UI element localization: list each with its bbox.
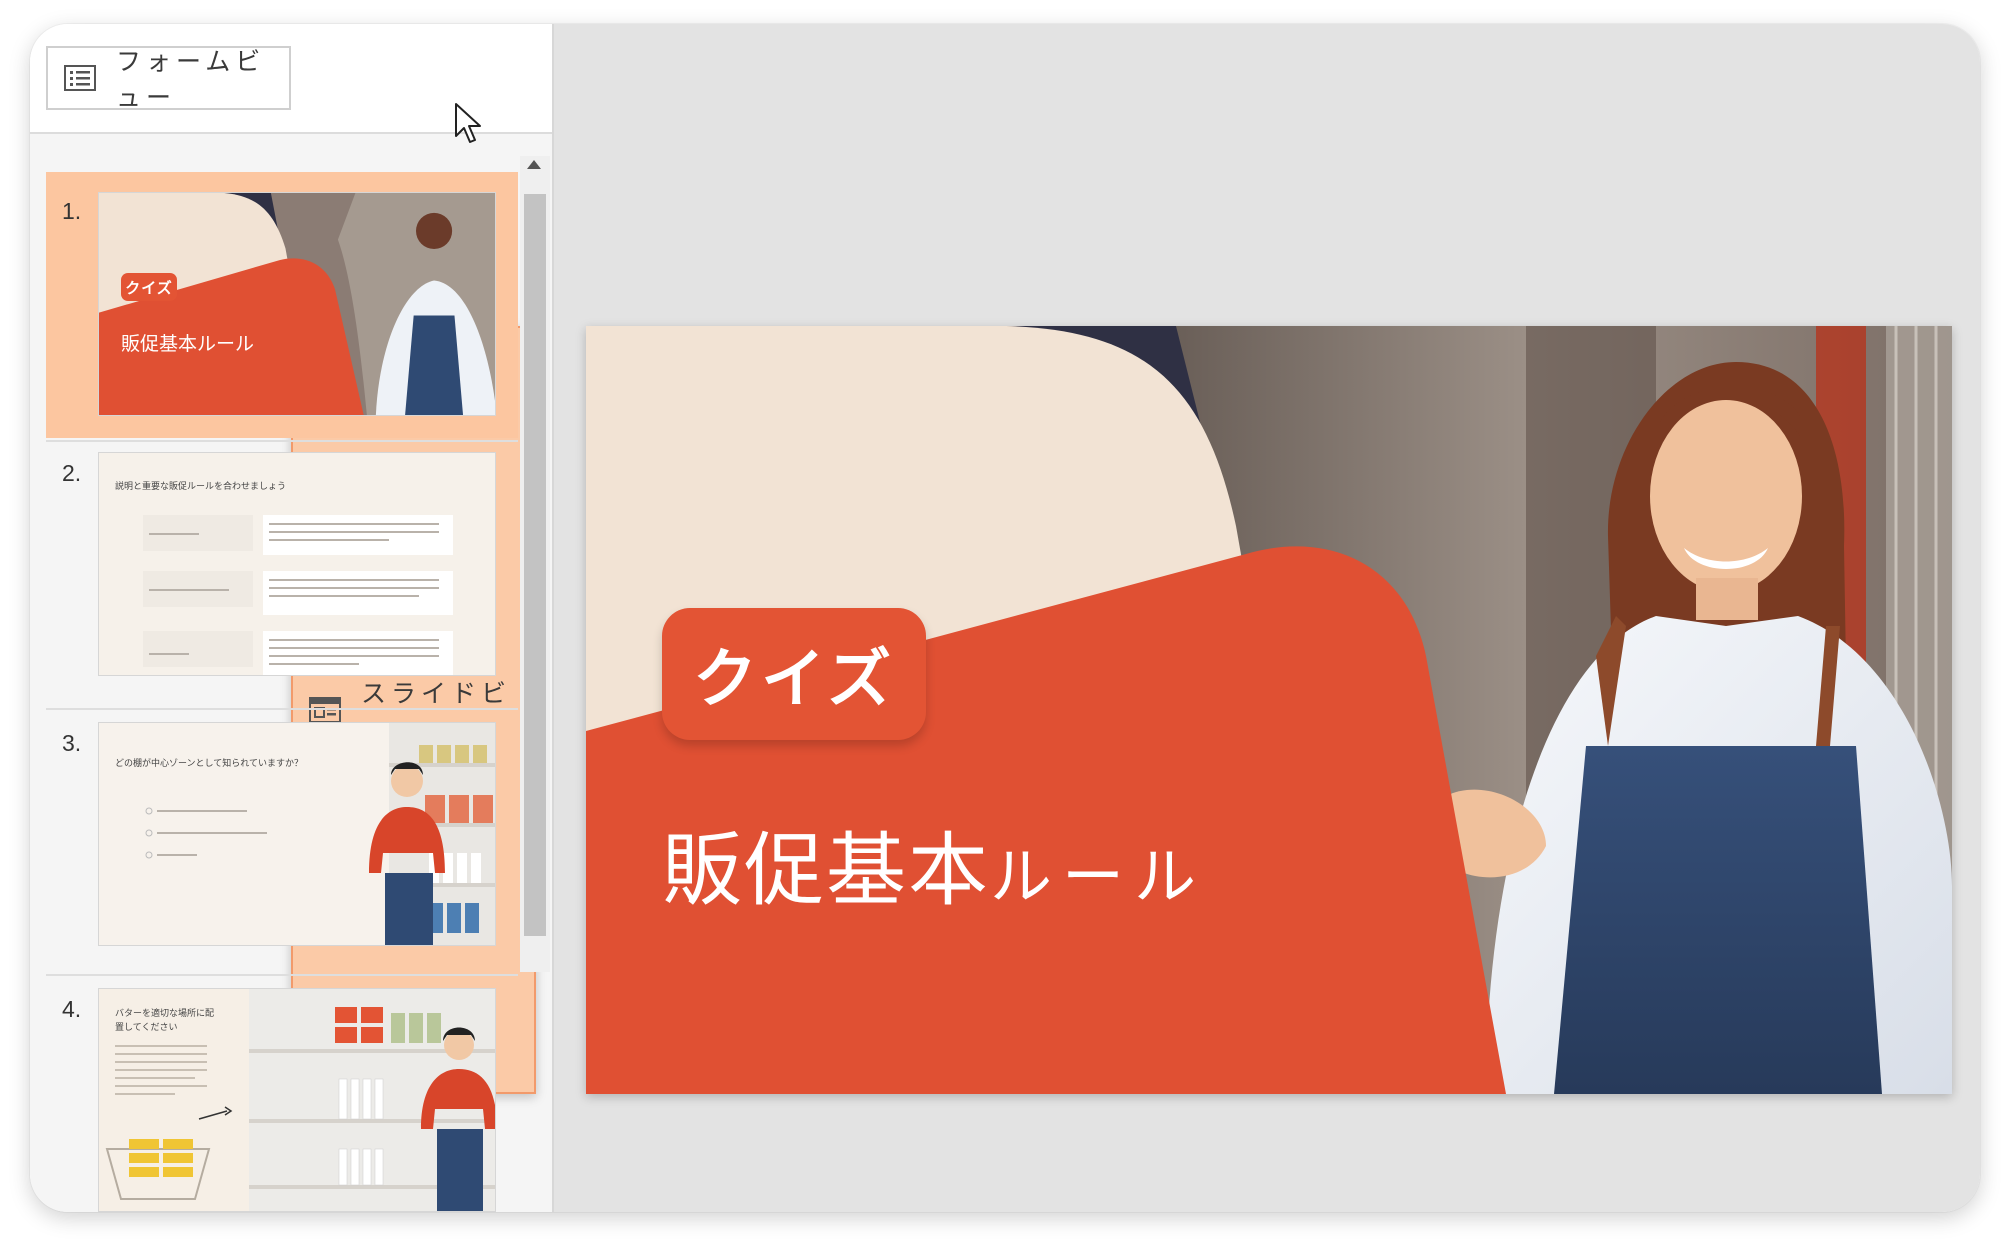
current-slide[interactable]: クイズ 販促基本ルール xyxy=(586,326,1952,1094)
thumbnail-quiz-badge: クイズ xyxy=(121,273,177,301)
slide-thumbnail-3[interactable]: 3. どの棚が中心ゾーンとして知られていますか？ xyxy=(46,710,518,972)
thumbnail-number: 2. xyxy=(62,460,82,486)
thumbnail-title: 販促基本ルール xyxy=(121,333,255,355)
thumbnail-preview-2: 説明と重要な販促ルールを合わせましょう xyxy=(98,452,496,676)
matching-rows-art xyxy=(143,515,453,675)
thumbnail-preview-1: クイズ 販促基本ルール xyxy=(98,192,496,416)
thumbnail-preview-4: バターを適切な場所に配置してください xyxy=(98,988,496,1212)
scrollbar-thumb[interactable] xyxy=(524,194,546,936)
thumbnail-divider xyxy=(46,974,518,976)
slide-thumbnail-list: 1. クイズ 販促基本ルール 2. 説明と重要な販促ルールを合わせましょう 3.… xyxy=(30,144,520,1212)
thumbnail-divider xyxy=(46,708,518,710)
quiz-badge: クイズ xyxy=(662,608,926,740)
app-window: フォームビュー スライドビュー 1. xyxy=(30,24,1980,1212)
thumbnail-number: 4. xyxy=(62,996,82,1022)
slide-thumbnail-4[interactable]: 4. バターを適切な場所に配置してください xyxy=(46,976,518,1212)
slide-title-sub: ルール xyxy=(990,840,1207,913)
scroll-up-arrow-icon[interactable] xyxy=(527,160,541,169)
list-icon xyxy=(64,65,96,91)
view-toolbar: フォームビュー スライドビュー xyxy=(30,24,552,1094)
thumbnail-number: 3. xyxy=(62,730,82,756)
slide-title-main: 販促基本 xyxy=(662,824,990,917)
apron-shape xyxy=(1554,746,1882,1094)
slide-sidebar: フォームビュー スライドビュー 1. xyxy=(30,24,554,1212)
form-view-label: フォームビュー xyxy=(116,47,266,112)
slide-canvas-area: クイズ 販促基本ルール xyxy=(554,24,1980,1212)
slide-thumbnail-1[interactable]: 1. クイズ 販促基本ルール xyxy=(46,172,518,438)
thumbnail-number: 1. xyxy=(62,198,82,224)
shelf-person-art xyxy=(145,723,495,945)
thumbnail-preview-3: どの棚が中心ゾーンとして知られていますか？ xyxy=(98,722,496,946)
thumbnail-1-art xyxy=(99,193,495,415)
form-view-button[interactable]: フォームビュー xyxy=(46,46,291,112)
slide-title: 販促基本ルール xyxy=(662,806,1206,922)
slide-thumbnail-2[interactable]: 2. 説明と重要な販促ルールを合わせましょう xyxy=(46,444,518,706)
thumbnail-divider xyxy=(46,440,518,442)
thumbnail-scrollbar[interactable] xyxy=(520,156,550,972)
grocery-shelf-art xyxy=(105,989,495,1211)
mouse-cursor-icon xyxy=(455,103,481,143)
